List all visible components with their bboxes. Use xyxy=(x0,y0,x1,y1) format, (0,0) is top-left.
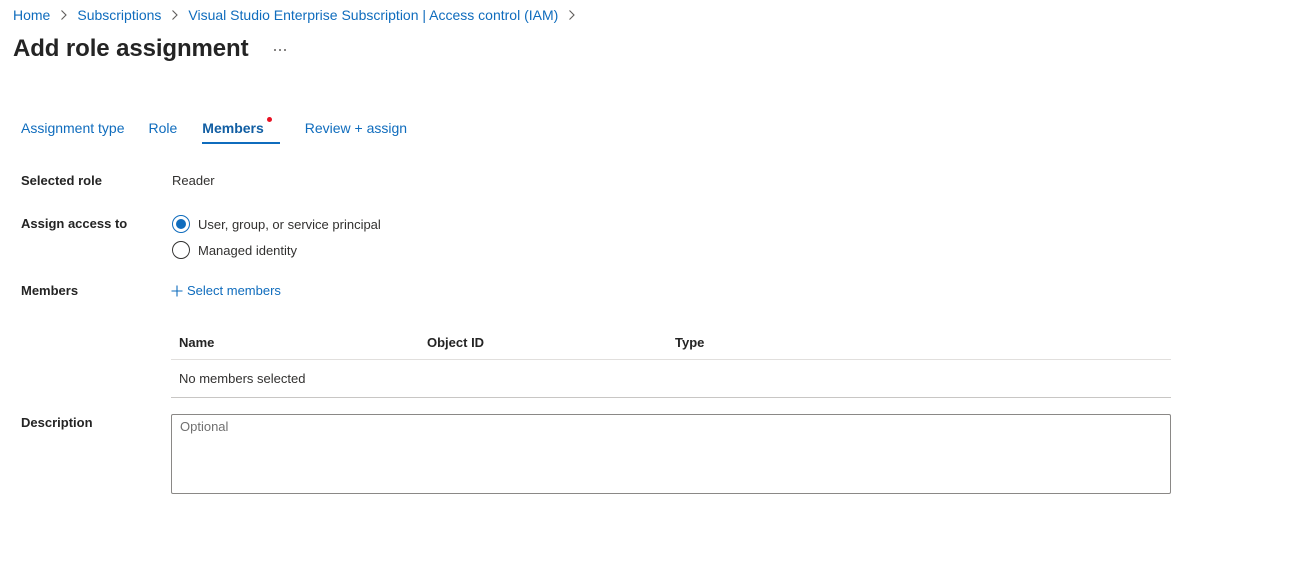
column-header-name[interactable]: Name xyxy=(171,335,419,350)
title-row: Add role assignment xyxy=(13,34,288,64)
table-header: Name Object ID Type xyxy=(171,325,1171,360)
plus-icon xyxy=(171,285,183,296)
select-members-label: Select members xyxy=(187,283,281,298)
tab-label: Members xyxy=(202,120,264,136)
radio-button-checked[interactable] xyxy=(172,215,190,233)
required-indicator-dot xyxy=(266,117,272,122)
tab-assignment-type[interactable]: Assignment type xyxy=(21,119,125,144)
tab-label: Assignment type xyxy=(21,120,125,136)
description-input[interactable] xyxy=(171,414,1171,494)
selected-role-label: Selected role xyxy=(21,173,102,188)
ellipsis-icon xyxy=(274,49,287,51)
chevron-right-icon xyxy=(170,9,179,21)
assign-access-label: Assign access to xyxy=(21,216,128,231)
more-actions-button[interactable] xyxy=(272,42,288,58)
selected-role-value: Reader xyxy=(172,173,215,188)
tab-label: Review + assign xyxy=(304,120,408,136)
breadcrumb-home-link[interactable]: Home xyxy=(13,6,50,24)
tab-members[interactable]: Members xyxy=(202,117,281,144)
radio-label: User, group, or service principal xyxy=(198,216,381,232)
breadcrumb-iam-link[interactable]: Visual Studio Enterprise Subscription | … xyxy=(188,6,558,24)
tab-label: Role xyxy=(148,120,178,136)
tab-review-assign[interactable]: Review + assign xyxy=(305,119,407,144)
tab-role[interactable]: Role xyxy=(149,119,178,144)
members-label: Members xyxy=(21,283,79,298)
chevron-right-icon xyxy=(59,9,68,21)
column-header-type[interactable]: Type xyxy=(667,335,704,350)
add-role-assignment-page: Home Subscriptions Visual Studio Enterpr… xyxy=(0,0,1308,565)
radio-button-unchecked[interactable] xyxy=(172,241,190,259)
description-label: Description xyxy=(21,415,93,430)
radio-label: Managed identity xyxy=(198,242,298,258)
empty-table-message: No members selected xyxy=(179,371,306,386)
select-members-link[interactable]: Select members xyxy=(171,283,281,298)
radio-managed-identity[interactable]: Managed identity xyxy=(172,241,297,259)
table-row: No members selected xyxy=(171,360,1171,398)
radio-user-group-service-principal[interactable]: User, group, or service principal xyxy=(172,215,381,233)
members-table: Name Object ID Type No members selected xyxy=(171,325,1171,398)
chevron-right-icon xyxy=(567,9,576,21)
breadcrumb-subscriptions-link[interactable]: Subscriptions xyxy=(77,6,161,24)
page-title: Add role assignment xyxy=(13,35,249,62)
wizard-tabs: Assignment type Role Members Review + as… xyxy=(21,117,431,144)
column-header-object-id[interactable]: Object ID xyxy=(419,335,667,350)
breadcrumb: Home Subscriptions Visual Studio Enterpr… xyxy=(13,6,585,24)
